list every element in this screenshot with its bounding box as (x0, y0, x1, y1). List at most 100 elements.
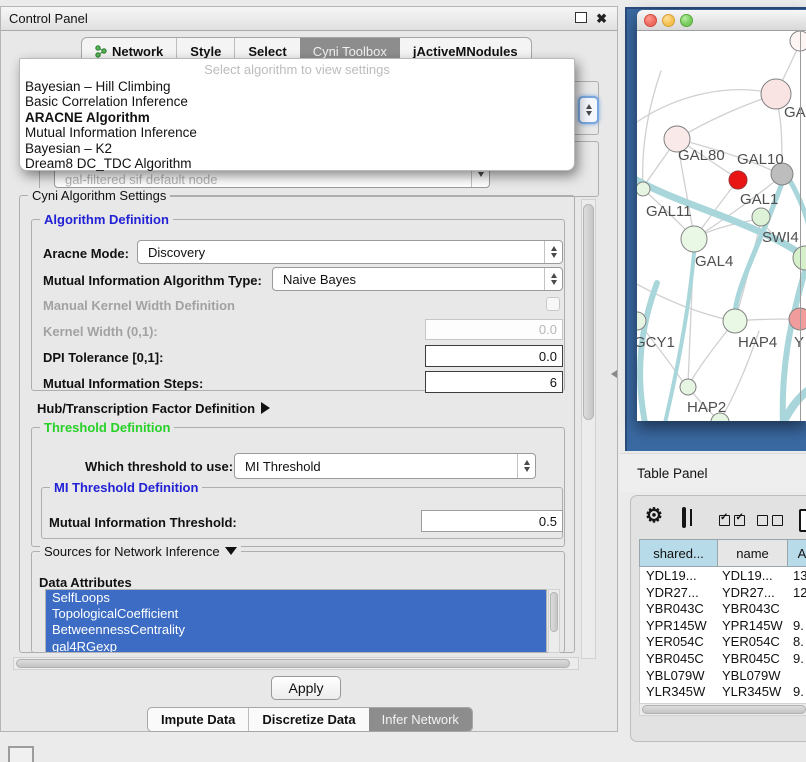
threshold-definition-title: Threshold Definition (40, 420, 174, 435)
node-label: HAP2 (687, 399, 726, 416)
table-panel-window: ⚙ shared... name A YDL19...YDL19...13 YD… (630, 495, 806, 742)
settings-horizontal-scrollbar[interactable] (13, 657, 579, 670)
table-panel-title: Table Panel (637, 466, 708, 481)
manual-kernel-checkbox[interactable] (546, 297, 560, 311)
algorithm-option[interactable]: Mutual Information Inference (20, 125, 574, 140)
unchecked-pair-icon[interactable] (757, 512, 783, 530)
kernel-width-label: Kernel Width (0,1): (43, 324, 158, 339)
mi-steps-field[interactable] (425, 371, 563, 393)
manual-kernel-label: Manual Kernel Width Definition (43, 298, 235, 313)
network-icon (95, 45, 107, 58)
minimized-panel-icon[interactable] (8, 746, 34, 762)
file-icon[interactable] (799, 509, 806, 532)
table-row[interactable]: YBR043CYBR043C (640, 601, 806, 618)
table-row[interactable]: YBL079WYBL079W (640, 668, 806, 685)
tab-network-label: Network (112, 44, 163, 59)
settings-vertical-scrollbar[interactable] (581, 199, 596, 659)
screen: Control Panel ✖ Network Style Select (0, 0, 806, 762)
aracne-mode-combo[interactable]: Discovery (137, 240, 563, 264)
node-label: Y (794, 334, 804, 351)
combo-stepper-icon (544, 241, 562, 263)
data-attributes-label: Data Attributes (39, 575, 132, 590)
control-panel-title: Control Panel (9, 11, 88, 26)
panel-splitter-arrow-icon[interactable] (611, 370, 617, 378)
algorithm-option[interactable]: Basic Correlation Inference (20, 94, 574, 109)
table-row[interactable]: YER054CYER054C8. (640, 634, 806, 651)
node-label: GAL (784, 104, 806, 121)
table-row[interactable]: YPR145WYPR145W9. (640, 618, 806, 635)
network-node-gal1[interactable] (752, 208, 770, 226)
algorithm-option[interactable]: Dream8 DC_TDC Algorithm (20, 156, 574, 171)
attribute-item[interactable]: gal4RGexp (46, 639, 546, 653)
sources-title[interactable]: Sources for Network Inference (40, 544, 241, 559)
algorithm-option[interactable]: Bayesian – Hill Climbing (20, 79, 574, 94)
network-node-selected-red[interactable] (729, 171, 747, 189)
close-button[interactable] (644, 14, 657, 27)
tab-impute-data[interactable]: Impute Data (148, 708, 248, 731)
aracne-mode-label: Aracne Mode: (43, 246, 129, 261)
network-node-hap2[interactable] (680, 379, 696, 395)
split-columns-icon[interactable] (682, 507, 686, 528)
network-node-gal4[interactable] (681, 226, 707, 252)
table-row[interactable]: YBR045CYBR045C9. (640, 651, 806, 668)
which-threshold-combo[interactable]: MI Threshold (234, 453, 536, 479)
column-header-clipped[interactable]: A (788, 540, 806, 566)
algorithm-option[interactable]: Bayesian – K2 (20, 141, 574, 156)
close-icon[interactable]: ✖ (596, 12, 607, 25)
control-panel-window: Control Panel ✖ Network Style Select (0, 6, 618, 732)
algorithm-combo-stepper[interactable] (578, 96, 599, 124)
network-window-titlebar[interactable] (637, 10, 806, 31)
cyni-settings-title: Cyni Algorithm Settings (28, 188, 170, 203)
column-header-name[interactable]: name (718, 540, 788, 566)
node-label: SWI4 (762, 229, 799, 246)
mi-algorithm-type-label: Mutual Information Algorithm Type: (43, 273, 262, 288)
table-header: shared... name A (639, 539, 806, 567)
dpi-tolerance-field[interactable] (425, 345, 563, 367)
expand-arrow-icon (261, 402, 270, 414)
checked-pair-icon[interactable] (719, 512, 745, 530)
combo-stepper-icon (544, 268, 562, 290)
algorithm-option-selected[interactable]: ARACNE Algorithm (20, 110, 574, 125)
table-row[interactable]: YLR345WYLR345W9. (640, 684, 806, 701)
mi-threshold-definition-title: MI Threshold Definition (50, 480, 202, 495)
node-label: GAL11 (646, 203, 692, 220)
minimize-button[interactable] (662, 14, 675, 27)
algorithm-popup-placeholder: Select algorithm to view settings (20, 59, 574, 79)
algorithm-popup: Select algorithm to view settings Bayesi… (19, 58, 575, 171)
node-label: GAL4 (695, 253, 733, 270)
node-label: GAL10 (737, 151, 784, 168)
kernel-width-field[interactable] (425, 319, 563, 340)
combo-stepper-icon (517, 454, 535, 478)
network-node[interactable] (790, 31, 806, 51)
table-body: YDL19...YDL19...13 YDR27...YDR27...12 YB… (639, 567, 806, 703)
table-horizontal-scrollbar[interactable] (639, 703, 806, 716)
network-node-gal11[interactable] (637, 182, 650, 196)
float-icon[interactable] (575, 12, 587, 23)
attribute-item[interactable]: SelfLoops (46, 590, 546, 606)
node-label: HAP4 (738, 334, 777, 351)
column-header-shared-name[interactable]: shared... (640, 540, 718, 566)
tab-discretize-data[interactable]: Discretize Data (248, 708, 368, 731)
mi-threshold-field[interactable] (421, 510, 563, 532)
which-threshold-label: Which threshold to use: (85, 459, 233, 474)
network-graph: GAL GAL80 GAL10 GAL11 GAL1 SWI4 GAL4 GCY… (637, 31, 806, 421)
network-canvas[interactable]: GAL GAL80 GAL10 GAL11 GAL1 SWI4 GAL4 GCY… (637, 31, 806, 421)
algorithm-definition-title: Algorithm Definition (40, 212, 173, 227)
tab-infer-network[interactable]: Infer Network (369, 708, 472, 731)
apply-button[interactable]: Apply (271, 676, 341, 700)
collapse-arrow-icon (225, 547, 237, 555)
mi-algorithm-type-combo[interactable]: Naive Bayes (272, 267, 563, 291)
table-row[interactable]: YDL19...YDL19...13 (640, 568, 806, 585)
attribute-item[interactable]: BetweennessCentrality (46, 622, 546, 638)
hub-definition-toggle[interactable]: Hub/Transcription Factor Definition (37, 401, 270, 416)
zoom-button[interactable] (680, 14, 693, 27)
network-node-y[interactable] (789, 308, 806, 330)
mi-steps-label: Mutual Information Steps: (43, 376, 203, 391)
data-attributes-list[interactable]: SelfLoops TopologicalCoefficient Between… (45, 589, 547, 653)
attribute-item[interactable]: TopologicalCoefficient (46, 606, 546, 622)
table-row[interactable]: YDR27...YDR27...12 (640, 585, 806, 602)
node-label: GAL1 (740, 191, 778, 208)
gear-icon[interactable]: ⚙ (645, 503, 663, 528)
attribute-list-scrollbar[interactable] (548, 589, 560, 653)
network-node-hap4[interactable] (723, 309, 747, 333)
